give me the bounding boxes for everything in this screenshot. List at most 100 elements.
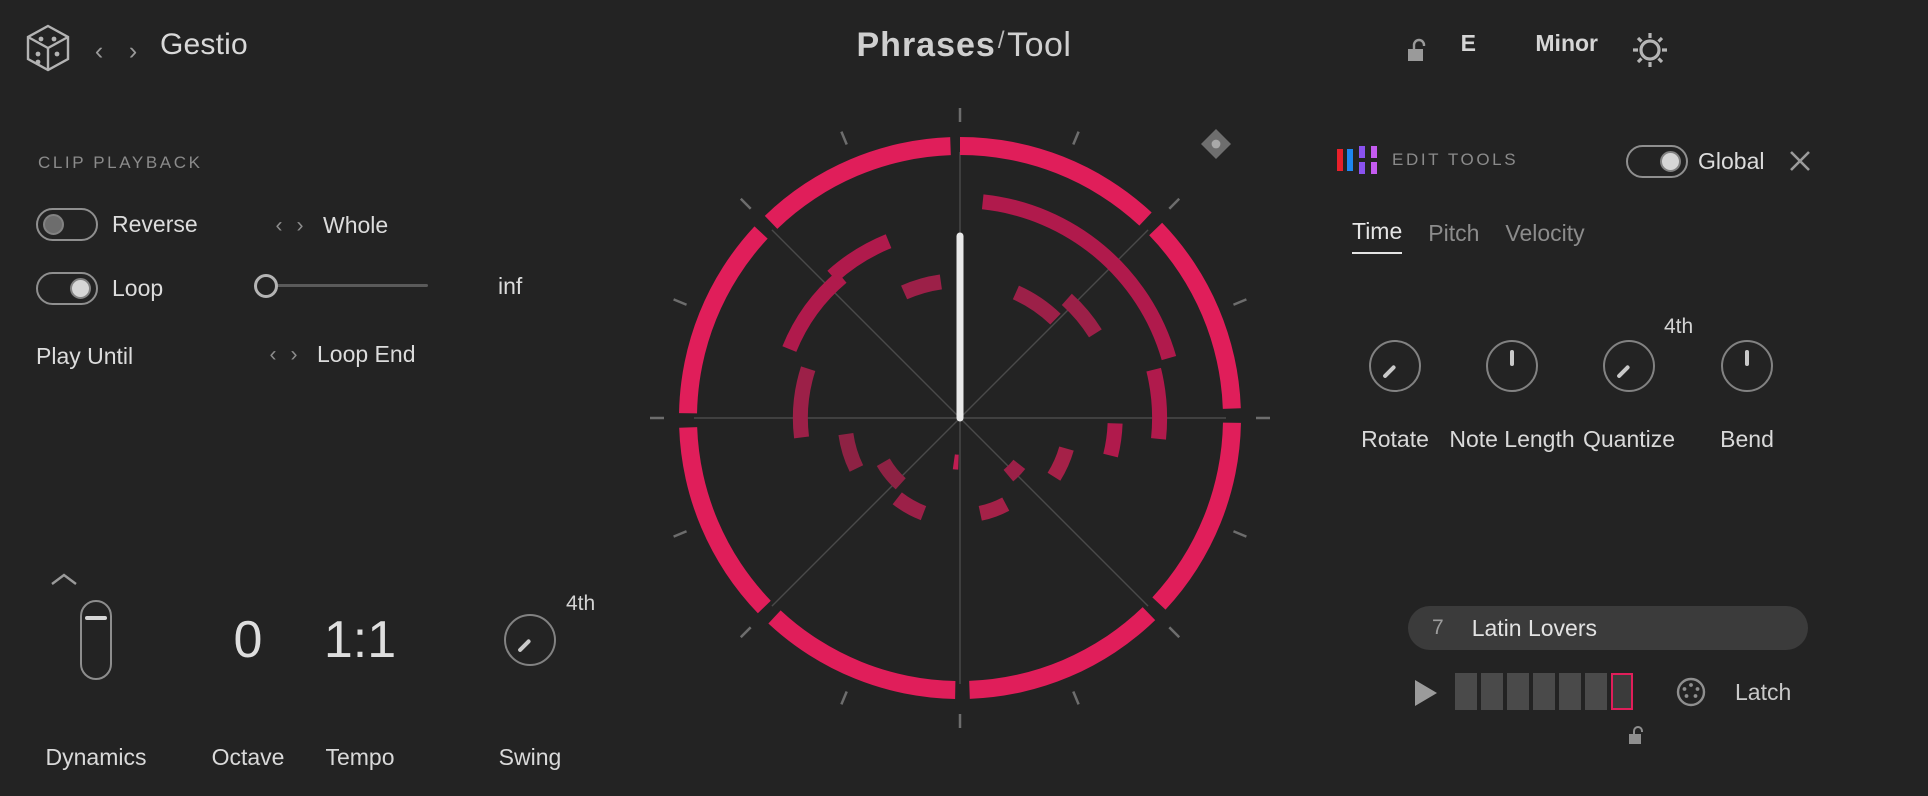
tempo-label: Tempo <box>290 744 430 771</box>
chevron-left-icon[interactable]: ‹ <box>266 344 280 365</box>
note-arc[interactable] <box>982 194 1176 360</box>
play-until-stepper[interactable]: ‹ › Loop End <box>266 341 415 368</box>
note-arc[interactable] <box>877 459 906 490</box>
note-arc[interactable] <box>1048 446 1074 480</box>
loop-count-slider-handle[interactable] <box>254 274 278 298</box>
note-arc[interactable] <box>1004 460 1026 482</box>
dynamics-expand-chevron-icon[interactable] <box>47 570 81 590</box>
chevron-left-icon[interactable]: ‹ <box>272 215 286 236</box>
bend-knob[interactable] <box>1721 340 1773 392</box>
pattern-slot[interactable] <box>1585 673 1607 710</box>
clip-length-value: Whole <box>323 212 388 239</box>
midi-din-icon[interactable] <box>1675 676 1707 708</box>
preset-selector[interactable]: 7 Latin Lovers <box>1408 606 1808 650</box>
swing-knob[interactable] <box>504 614 556 666</box>
edit-tools-tabs[interactable]: Time Pitch Velocity <box>1352 218 1585 254</box>
knob-indicator <box>1616 365 1630 379</box>
ring-segment[interactable] <box>679 427 771 613</box>
note-arc[interactable] <box>827 234 891 282</box>
note-arc[interactable] <box>901 274 942 299</box>
key-root-label[interactable]: E <box>1461 30 1476 57</box>
note-arc[interactable] <box>1146 368 1167 440</box>
note-arcs-group[interactable] <box>782 194 1176 520</box>
tick-mark <box>674 531 687 536</box>
tick-mark <box>1073 691 1078 704</box>
app-title-primary: Phrases <box>857 26 996 64</box>
app-title-secondary: Tool <box>1007 26 1071 64</box>
knob-indicator <box>1745 350 1749 366</box>
ring-segment[interactable] <box>679 226 768 413</box>
loop-toggle[interactable] <box>36 272 98 305</box>
knob-indicator <box>517 639 531 653</box>
chevron-right-icon[interactable]: › <box>287 344 301 365</box>
toggle-knob <box>1660 151 1681 172</box>
tab-velocity[interactable]: Velocity <box>1505 220 1584 254</box>
chevron-right-icon[interactable]: › <box>293 215 307 236</box>
tab-time[interactable]: Time <box>1352 218 1402 254</box>
note-arc[interactable] <box>838 433 863 472</box>
spoke-line <box>772 418 960 606</box>
pattern-slot[interactable] <box>1455 673 1477 710</box>
ring-segment[interactable] <box>768 610 955 699</box>
pattern-unlocked-padlock-icon[interactable] <box>1628 725 1646 745</box>
toggle-knob <box>43 214 64 235</box>
reverse-toggle[interactable] <box>36 208 98 241</box>
tick-mark <box>741 627 751 637</box>
pattern-slot[interactable] <box>1481 673 1503 710</box>
tick-mark <box>841 691 846 704</box>
ring-segment[interactable] <box>960 137 1152 226</box>
note-arc[interactable] <box>1013 286 1061 325</box>
global-toggle[interactable] <box>1626 145 1688 178</box>
spoke-line <box>960 230 1148 418</box>
play-until-value: Loop End <box>317 341 415 368</box>
ring-segment[interactable] <box>1152 423 1241 610</box>
pattern-slot[interactable] <box>1611 673 1633 710</box>
pattern-slot-row[interactable] <box>1455 673 1633 710</box>
tempo-value[interactable]: 1:1 <box>290 610 430 670</box>
pattern-slot[interactable] <box>1533 673 1555 710</box>
phrases-tool-window: ‹ › Gestio Phrases/Tool E Minor CLIP PLA… <box>0 0 1928 796</box>
note-arc[interactable] <box>953 454 959 469</box>
tab-pitch[interactable]: Pitch <box>1428 220 1479 254</box>
clip-playback-section-label: CLIP PLAYBACK <box>38 153 203 173</box>
note-arc[interactable] <box>782 271 846 352</box>
dynamics-label: Dynamics <box>26 744 166 771</box>
loop-label: Loop <box>112 275 163 302</box>
circular-phrase-svg[interactable] <box>630 88 1290 748</box>
app-title-separator: / <box>996 27 1007 54</box>
toggle-knob <box>70 278 91 299</box>
note-arc[interactable] <box>893 492 927 520</box>
pattern-slot[interactable] <box>1507 673 1529 710</box>
quantize-badge: 4th <box>1664 315 1693 339</box>
unlocked-padlock-icon[interactable] <box>1406 38 1428 64</box>
clip-length-stepper[interactable]: ‹ › Whole <box>272 212 388 239</box>
gear-icon[interactable] <box>1630 30 1670 70</box>
swing-badge: 4th <box>566 592 595 616</box>
dynamics-value-indicator <box>85 616 107 620</box>
tick-mark <box>1073 132 1078 145</box>
loop-count-slider-track[interactable] <box>260 284 428 287</box>
dynamics-slider[interactable] <box>80 600 112 680</box>
key-scale-label[interactable]: Minor <box>1535 30 1598 57</box>
note-arc[interactable] <box>1062 294 1102 338</box>
preset-number: 7 <box>1432 616 1444 640</box>
note-arc[interactable] <box>793 366 815 438</box>
tick-mark <box>1169 199 1179 209</box>
close-icon[interactable] <box>1786 147 1814 175</box>
ring-segment[interactable] <box>969 607 1155 699</box>
swing-label: Swing <box>460 744 600 771</box>
quantize-knob[interactable] <box>1603 340 1655 392</box>
tick-mark <box>1233 531 1246 536</box>
note-length-knob[interactable] <box>1486 340 1538 392</box>
move-center-icon[interactable] <box>1198 126 1234 162</box>
edit-tools-bars-icon <box>1337 146 1381 174</box>
pattern-slot[interactable] <box>1559 673 1581 710</box>
rotate-knob[interactable] <box>1369 340 1421 392</box>
note-arc[interactable] <box>1103 423 1122 457</box>
note-arc[interactable] <box>979 497 1010 520</box>
latch-label[interactable]: Latch <box>1735 679 1791 706</box>
circular-phrase-display[interactable] <box>630 88 1290 748</box>
loop-count-value: inf <box>498 273 522 300</box>
ring-segment[interactable] <box>765 137 951 229</box>
play-triangle-icon[interactable] <box>1415 680 1437 706</box>
